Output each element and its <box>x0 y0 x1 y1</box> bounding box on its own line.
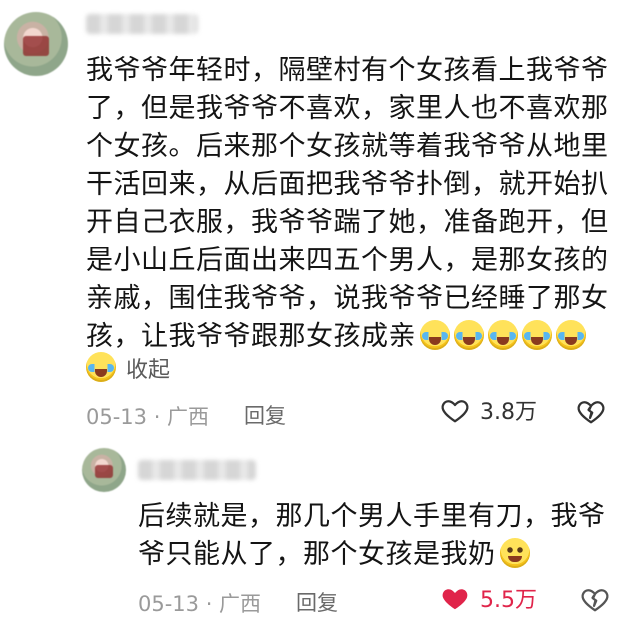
comment-line-last: 孩，让我爷爷跟那女孩成亲 <box>86 318 609 356</box>
comment-body: 我爷爷年轻时，隔壁村有个女孩看上我爷爷 了，但是我爷爷不喜欢，家里人也不喜欢那 … <box>86 52 609 356</box>
crying-laughing-icon <box>454 320 484 350</box>
comment-line-text: 孩，让我爷爷跟那女孩成亲 <box>86 321 416 352</box>
comment-date-location: 05-13 · 广西 <box>86 405 210 429</box>
reply-like-count: 5.5万 <box>480 588 537 613</box>
reply-line-last: 爷只能从了，那个女孩是我奶 <box>138 536 606 574</box>
avatar[interactable] <box>4 12 68 76</box>
comment-line: 是小山丘后面出来四五个男人，是那女孩的 <box>86 245 609 276</box>
reply-body: 后续就是，那几个男人手里有刀，我爷 爷只能从了，那个女孩是我奶 <box>138 498 606 574</box>
collapse-label: 收起 <box>126 358 171 383</box>
like-button[interactable]: 3.8万 <box>440 394 537 426</box>
reply-date-location: 05-13 · 广西 <box>138 592 262 616</box>
reply-username-blurred[interactable] <box>138 460 256 480</box>
like-count: 3.8万 <box>480 400 537 425</box>
collapse-button[interactable]: 收起 <box>86 352 170 384</box>
reply-button[interactable]: 回复 <box>244 400 286 430</box>
reply-line-text: 爷只能从了，那个女孩是我奶 <box>138 539 496 570</box>
reply-line: 后续就是，那几个男人手里有刀，我爷 <box>138 501 606 532</box>
comment-line: 开自己衣服，我爷爷踹了她，准备跑开，但 <box>86 207 609 238</box>
comment-line: 干活回来，从后面把我爷爷扑倒，就开始扒 <box>86 169 609 200</box>
reply-avatar[interactable] <box>82 448 126 492</box>
broken-heart-icon[interactable] <box>576 396 606 426</box>
username-blurred[interactable] <box>86 14 198 34</box>
heart-outline-icon <box>441 400 469 423</box>
smile-icon <box>499 538 530 568</box>
comment-line: 个女孩。后来那个女孩就等着我爷爷从地里 <box>86 131 609 162</box>
crying-laughing-icon <box>488 320 518 350</box>
comment-line: 了，但是我爷爷不喜欢，家里人也不喜欢那 <box>86 93 609 124</box>
crying-laughing-icon <box>86 352 116 382</box>
comment-line: 亲戚，围住我爷爷，说我爷爷已经睡了那女 <box>86 283 609 314</box>
heart-filled-icon <box>442 589 468 610</box>
reply-reply-button[interactable]: 回复 <box>296 587 338 617</box>
crying-laughing-icon <box>420 320 450 350</box>
crying-laughing-icon <box>522 320 552 350</box>
crying-laughing-icon <box>556 320 586 350</box>
broken-heart-icon[interactable] <box>580 584 610 614</box>
comment-line: 我爷爷年轻时，隔壁村有个女孩看上我爷爷 <box>86 55 609 86</box>
reply-like-button[interactable]: 5.5万 <box>440 582 537 614</box>
